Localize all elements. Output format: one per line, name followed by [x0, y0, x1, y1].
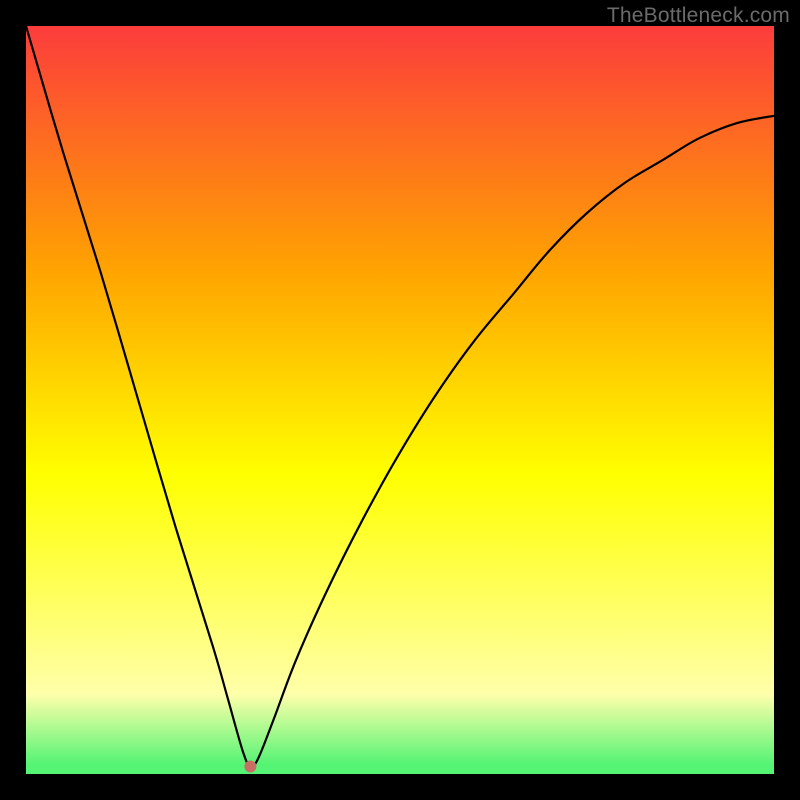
bottleneck-curve-svg [26, 26, 774, 774]
optimal-point-marker [244, 761, 256, 773]
watermark-text: TheBottleneck.com [607, 4, 790, 28]
bottleneck-curve [26, 26, 774, 767]
chart-plot-area [26, 26, 774, 774]
